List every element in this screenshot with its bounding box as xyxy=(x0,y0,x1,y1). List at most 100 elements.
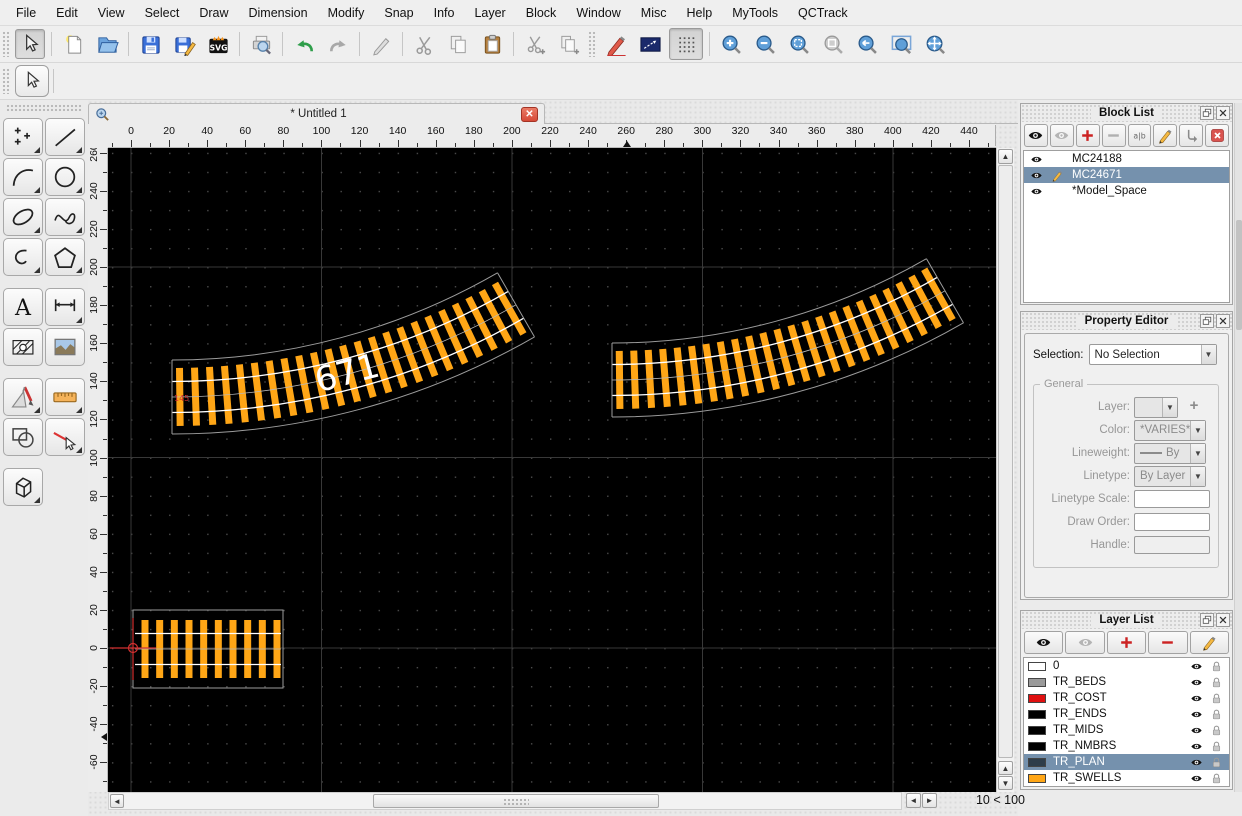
eye-button[interactable] xyxy=(1024,631,1063,654)
zoom-back-button[interactable] xyxy=(852,29,882,59)
points-tool-button[interactable] xyxy=(3,118,43,156)
float-panel-button[interactable] xyxy=(1200,314,1214,328)
eye-icon[interactable] xyxy=(1189,692,1205,705)
horizontal-scroll-thumb[interactable] xyxy=(373,794,659,808)
block-list-titlebar[interactable]: Block List xyxy=(1021,104,1232,122)
zoom-previous-button[interactable] xyxy=(818,29,848,59)
eye-icon[interactable] xyxy=(1189,756,1205,769)
vertical-scroll-thumb[interactable] xyxy=(998,165,1013,758)
layer-row-tr_cost[interactable]: TR_COST xyxy=(1024,690,1229,706)
eye-icon[interactable] xyxy=(1189,772,1205,785)
draw-tools-tool-button[interactable] xyxy=(3,378,43,416)
paste-button[interactable] xyxy=(477,29,507,59)
menu-modify[interactable]: Modify xyxy=(318,2,375,24)
eye-icon[interactable] xyxy=(1189,708,1205,721)
select-tool-button[interactable] xyxy=(15,65,49,97)
polygon-tool-button[interactable] xyxy=(45,238,85,276)
chevron-down-icon[interactable]: ▼ xyxy=(1162,398,1177,417)
line-tool-button[interactable] xyxy=(45,118,85,156)
eye-icon[interactable] xyxy=(1189,660,1205,673)
eye-off-button[interactable] xyxy=(1065,631,1104,654)
layer-row-tr_mids[interactable]: TR_MIDS xyxy=(1024,722,1229,738)
line-cursor-tool-button[interactable] xyxy=(45,418,85,456)
copy-button[interactable] xyxy=(443,29,473,59)
plus-red-button[interactable] xyxy=(1076,124,1100,147)
select-cursor-button[interactable] xyxy=(15,29,45,59)
layer-row-0[interactable]: 0 xyxy=(1024,658,1229,674)
pen-edit-button[interactable] xyxy=(366,29,396,59)
chevron-down-icon[interactable]: ▼ xyxy=(1190,421,1205,440)
eye-icon[interactable] xyxy=(1189,724,1205,737)
scroll-down-button[interactable]: ▼ xyxy=(998,776,1013,790)
scroll-right-button[interactable]: ► xyxy=(922,793,937,808)
box-3d-tool-button[interactable] xyxy=(3,468,43,506)
tab-close-button[interactable]: ✕ xyxy=(521,107,538,122)
pencil-button[interactable] xyxy=(1190,631,1229,654)
lineweight-combobox[interactable]: By▼ xyxy=(1134,443,1206,464)
minus-red-button[interactable] xyxy=(1148,631,1187,654)
menu-help[interactable]: Help xyxy=(676,2,722,24)
grid-toggle-button[interactable] xyxy=(669,28,703,60)
eye-button[interactable] xyxy=(1024,124,1048,147)
lock-icon[interactable] xyxy=(1209,740,1225,753)
menu-snap[interactable]: Snap xyxy=(374,2,423,24)
menu-select[interactable]: Select xyxy=(135,2,190,24)
spline-tool-button[interactable] xyxy=(45,198,85,236)
ruler-tool-button[interactable] xyxy=(45,378,85,416)
layer-combobox[interactable]: ▼ xyxy=(1134,397,1178,418)
close-panel-button[interactable] xyxy=(1216,106,1230,120)
menu-dimension[interactable]: Dimension xyxy=(239,2,318,24)
modify-shapes-tool-button[interactable] xyxy=(3,418,43,456)
print-preview-button[interactable] xyxy=(246,29,276,59)
cut-multiple-button[interactable] xyxy=(520,29,550,59)
close-panel-button[interactable] xyxy=(1216,613,1230,627)
scroll-left-button-2[interactable]: ◄ xyxy=(906,793,921,808)
open-file-button[interactable] xyxy=(92,29,122,59)
close-panel-button[interactable] xyxy=(1216,314,1230,328)
new-document-button[interactable] xyxy=(58,29,88,59)
block-row-model_space[interactable]: *Model_Space xyxy=(1024,183,1229,199)
canvas-svg[interactable]: 671145 xyxy=(108,148,996,792)
property-editor-titlebar[interactable]: Property Editor xyxy=(1021,312,1232,330)
layer-row-tr_swells[interactable]: TR_SWELLS xyxy=(1024,770,1229,786)
zoom-auto-button[interactable] xyxy=(784,29,814,59)
layer-row-tr_nmbrs[interactable]: TR_NMBRS xyxy=(1024,738,1229,754)
eye-icon[interactable] xyxy=(1029,169,1045,182)
lock-icon[interactable] xyxy=(1209,708,1225,721)
menu-block[interactable]: Block xyxy=(516,2,567,24)
eye-off-button[interactable] xyxy=(1050,124,1074,147)
menu-file[interactable]: File xyxy=(6,2,46,24)
cut-button[interactable] xyxy=(409,29,439,59)
zoom-in-button[interactable] xyxy=(716,29,746,59)
plus-red-button[interactable] xyxy=(1107,631,1146,654)
drawing-canvas[interactable]: 671145 xyxy=(108,148,996,792)
save-button[interactable] xyxy=(135,29,165,59)
arc-tool-button[interactable] xyxy=(3,158,43,196)
layer-row-tr_beds[interactable]: TR_BEDS xyxy=(1024,674,1229,690)
dock-scroll-thumb[interactable] xyxy=(1236,220,1242,330)
vertical-scrollbar[interactable]: ▲ ▲ ▼ xyxy=(996,148,1014,792)
menu-view[interactable]: View xyxy=(88,2,135,24)
menu-mytools[interactable]: MyTools xyxy=(722,2,788,24)
chevron-down-icon[interactable]: ▼ xyxy=(1190,444,1205,463)
zoom-out-button[interactable] xyxy=(750,29,780,59)
scroll-up-button-2[interactable]: ▲ xyxy=(998,761,1013,775)
menu-edit[interactable]: Edit xyxy=(46,2,88,24)
svg-export-button[interactable]: SVG xyxy=(203,29,233,59)
lock-icon[interactable] xyxy=(1209,724,1225,737)
menu-draw[interactable]: Draw xyxy=(189,2,238,24)
menu-info[interactable]: Info xyxy=(424,2,465,24)
save-as-button[interactable] xyxy=(169,29,199,59)
ellipse-tool-button[interactable] xyxy=(3,198,43,236)
block-row-mc24671[interactable]: MC24671 xyxy=(1024,167,1229,183)
redo-button[interactable] xyxy=(323,29,353,59)
draworder-input[interactable] xyxy=(1134,513,1210,531)
scroll-left-button[interactable]: ◄ xyxy=(110,794,124,808)
hatch-tool-button[interactable] xyxy=(3,328,43,366)
block-row-mc24188[interactable]: MC24188 xyxy=(1024,151,1229,167)
circle-tool-button[interactable] xyxy=(45,158,85,196)
color-combobox[interactable]: *VARIES*▼ xyxy=(1134,420,1206,441)
copy-multiple-button[interactable] xyxy=(554,29,584,59)
toolbar-handle[interactable] xyxy=(2,31,11,57)
pencil-button[interactable] xyxy=(1153,124,1177,147)
